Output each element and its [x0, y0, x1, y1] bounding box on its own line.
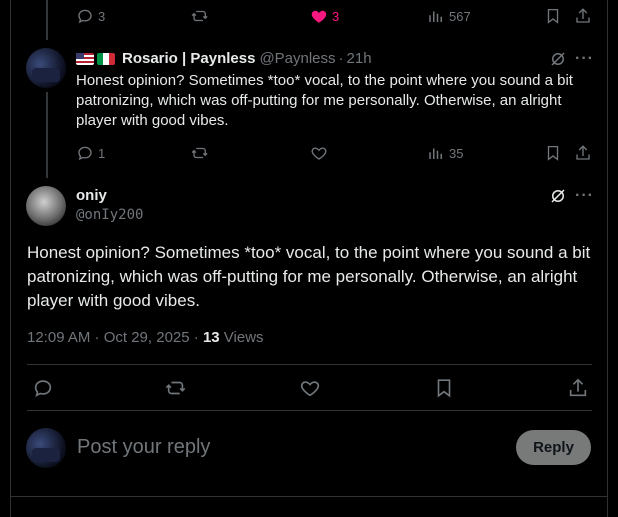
main-post-timestamp[interactable]: 12:09 AM · Oct 29, 2025 ·	[27, 329, 203, 346]
composer-divider	[11, 496, 607, 497]
views-count: 567	[449, 8, 471, 24]
bookmark-action[interactable]	[544, 7, 562, 25]
divider-bottom	[27, 410, 592, 411]
thread-line-top	[46, 0, 48, 40]
main-post-meta: 12:09 AM · Oct 29, 2025 · 13 Views	[27, 329, 264, 346]
more-icon: ···	[575, 50, 594, 67]
reply-more-button[interactable]: ···	[575, 50, 594, 68]
share-action[interactable]	[574, 7, 592, 25]
reply-icon	[34, 380, 52, 397]
share-icon	[576, 145, 590, 160]
reply-submit-button[interactable]: Reply	[516, 430, 591, 465]
reply-views-count: 35	[449, 145, 464, 161]
reply-icon	[78, 146, 92, 161]
composer-avatar	[26, 428, 66, 468]
repost-icon	[165, 381, 186, 395]
italy-flag-icon	[97, 52, 115, 65]
reply-bookmark-action[interactable]	[544, 144, 562, 162]
heart-filled-icon	[311, 10, 327, 23]
like-count: 3	[332, 8, 340, 24]
thread-line-reply	[46, 92, 48, 178]
main-post-grok-button[interactable]	[549, 187, 567, 210]
repost-icon	[191, 10, 208, 22]
main-post-views-label: Views	[219, 329, 264, 346]
main-post-more-button[interactable]: ···	[575, 187, 594, 205]
main-repost-button[interactable]	[165, 377, 187, 404]
repost-action[interactable]	[191, 7, 209, 25]
reply-author-name[interactable]: Rosario | Paynless	[122, 50, 255, 67]
divider-top	[27, 364, 592, 365]
reply-action[interactable]: 3	[76, 7, 105, 25]
reply-separator: ·	[338, 50, 344, 67]
bookmark-icon	[547, 8, 559, 24]
reply-avatar[interactable]	[26, 48, 66, 88]
views-icon	[429, 148, 442, 159]
main-bookmark-button[interactable]	[433, 377, 455, 404]
bookmark-icon	[437, 379, 451, 398]
main-like-button[interactable]	[299, 377, 321, 404]
reply-time[interactable]: 21h	[347, 50, 372, 67]
share-icon	[569, 378, 587, 397]
main-post-text: Honest opinion? Sometimes *too* vocal, t…	[27, 243, 591, 310]
bookmark-icon	[547, 145, 559, 161]
reply-reply-action[interactable]: 1	[76, 144, 105, 162]
reply-composer-input[interactable]: Post your reply	[77, 436, 210, 459]
reply-header: Rosario | Paynless @Paynless · 21h	[76, 50, 372, 67]
reply-icon	[78, 9, 92, 24]
grok-icon	[551, 52, 565, 66]
more-icon: ···	[575, 187, 594, 204]
main-share-button[interactable]	[567, 377, 589, 404]
share-icon	[576, 8, 590, 23]
reply-handle[interactable]: @Paynless	[259, 50, 335, 67]
reply-like-action[interactable]	[310, 144, 328, 162]
heart-icon	[300, 381, 320, 397]
reply-share-action[interactable]	[574, 144, 592, 162]
views-action[interactable]: 567	[427, 7, 471, 25]
main-post-views-count: 13	[202, 329, 220, 346]
reply-grok-button[interactable]	[549, 50, 567, 73]
grok-icon	[551, 189, 565, 203]
reply-views-action[interactable]: 35	[427, 144, 463, 162]
reply-reply-count: 1	[98, 145, 106, 161]
repost-icon	[191, 147, 208, 159]
us-flag-icon	[76, 52, 94, 65]
main-reply-button[interactable]	[32, 377, 54, 404]
heart-icon	[311, 147, 327, 160]
reply-count: 3	[98, 8, 106, 24]
main-post-author-name[interactable]: oniy	[76, 187, 107, 204]
main-post-handle[interactable]: @onIy200	[76, 207, 143, 223]
reply-repost-action[interactable]	[191, 144, 209, 162]
like-action[interactable]: 3	[310, 7, 339, 25]
views-icon	[429, 11, 442, 22]
reply-text: Honest opinion? Sometimes *too* vocal, t…	[76, 72, 573, 129]
main-post-avatar[interactable]	[26, 186, 66, 226]
